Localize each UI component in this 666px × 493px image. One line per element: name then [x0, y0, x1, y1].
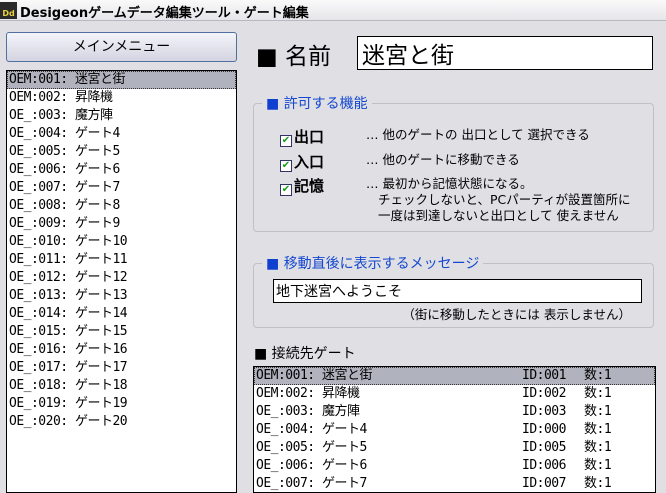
gate-list-item[interactable]: OE_:006: ゲート6 — [7, 161, 236, 179]
gate-list-item[interactable]: OE_:007: ゲート7 — [7, 179, 236, 197]
message-note: （街に移動したときには 表示しません） — [402, 307, 631, 322]
feature-desc: … 最初から記憶状態になる。 チェックしないと、PCパーティが設置箇所に 一度は到達… — [366, 176, 631, 224]
gate-list-item[interactable]: OE_:020: ゲート20 — [7, 413, 236, 431]
destination-row[interactable]: OEM:001: 迷宮と街 ID:001 数:1 — [254, 367, 655, 385]
desc-line: 一度は到達しないと出口として 使えません — [378, 208, 619, 223]
name-label: ■ 名前 — [256, 44, 332, 70]
destination-id: ID:007 — [522, 476, 566, 491]
title-bar: Dd Desigeonゲームデータ編集ツール・ゲート編集 — [0, 0, 666, 21]
gate-list-item[interactable]: OE_:008: ゲート8 — [7, 197, 236, 215]
checkbox-memory[interactable]: ✔ — [280, 184, 292, 196]
app-icon-text: Dd — [2, 9, 15, 18]
gate-list-item[interactable]: OE_:009: ゲート9 — [7, 215, 236, 233]
feature-entrance[interactable]: ✔ 入口 … 他のゲートに移動できる — [280, 151, 520, 172]
feature-label: 入口 — [294, 153, 325, 171]
gate-list-item[interactable]: OE_:018: ゲート18 — [7, 377, 236, 395]
gate-list-item[interactable]: OE_:011: ゲート11 — [7, 251, 236, 269]
square-icon: ■ — [266, 96, 280, 112]
destination-row[interactable]: OE_:006: ゲート6 ID:006 数:1 — [254, 457, 655, 475]
destination-id: ID:005 — [522, 440, 566, 455]
destination-name: OE_:005: ゲート5 — [256, 440, 367, 455]
destination-list[interactable]: OEM:001: 迷宮と街 ID:001 数:1 OEM:002: 昇降機 ID:002… — [253, 366, 656, 493]
feature-memory[interactable]: ✔ 記憶 … 最初から記憶状態になる。 チェックしないと、PCパーティが設置箇所に 一度… — [280, 175, 631, 223]
message-group: ■ 移動直後に表示するメッセージ （街に移動したときには 表示しません） — [253, 253, 654, 328]
main-menu-button[interactable]: メインメニュー — [6, 32, 237, 62]
gate-list-item[interactable]: OE_:019: ゲート19 — [7, 395, 236, 413]
gate-list[interactable]: OEM:001: 迷宮と街 OEM:002: 昇降機 OE_:003: 魔方陣 OE_… — [6, 70, 237, 493]
destination-row[interactable]: OEM:002: 昇降機 ID:002 数:1 — [254, 385, 655, 403]
destination-id: ID:002 — [522, 386, 566, 401]
checkbox-entrance[interactable]: ✔ — [280, 160, 292, 172]
destination-name: OEM:002: 昇降機 — [256, 386, 360, 401]
destination-id: ID:000 — [522, 422, 566, 437]
app-icon: Dd — [0, 2, 17, 19]
desc-line: … 最初から記憶状態になる。 — [366, 176, 533, 191]
gate-list-item[interactable]: OEM:001: 迷宮と街 — [7, 71, 236, 89]
gate-list-item[interactable]: OE_:005: ゲート5 — [7, 143, 236, 161]
message-input[interactable] — [273, 279, 642, 303]
destination-name: OE_:003: 魔方陣 — [256, 404, 360, 419]
feature-label: 出口 — [294, 128, 325, 146]
destination-name: OEM:001: 迷宮と街 — [256, 368, 372, 383]
destination-row[interactable]: OE_:003: 魔方陣 ID:003 数:1 — [254, 403, 655, 421]
gate-list-item[interactable]: OEM:002: 昇降機 — [7, 89, 236, 107]
feature-label: 記憶 — [294, 177, 325, 195]
feature-desc: … 他のゲートの 出口として 選択できる — [366, 127, 590, 142]
destination-count: 数:1 — [584, 404, 612, 419]
destination-id: ID:001 — [522, 368, 566, 383]
destination-count: 数:1 — [584, 386, 612, 401]
destination-id: ID:003 — [522, 404, 566, 419]
name-input[interactable] — [357, 36, 653, 70]
destination-count: 数:1 — [584, 368, 612, 383]
features-legend: ■ 許可する機能 — [262, 93, 372, 113]
destination-count: 数:1 — [584, 476, 612, 491]
gate-list-item[interactable]: OE_:014: ゲート14 — [7, 305, 236, 323]
features-group: ■ 許可する機能 ✔ 出口… 他のゲートの 出口として 選択できる ✔ 入口… 他の… — [253, 93, 654, 232]
destination-count: 数:1 — [584, 458, 612, 473]
gate-list-item[interactable]: OE_:013: ゲート13 — [7, 287, 236, 305]
feature-exit[interactable]: ✔ 出口 … 他のゲートの 出口として 選択できる — [280, 126, 590, 147]
window-title: Desigeonゲームデータ編集ツール・ゲート編集 — [20, 6, 309, 21]
destination-name: OE_:007: ゲート7 — [256, 476, 367, 491]
destination-row[interactable]: OE_:007: ゲート7 ID:007 数:1 — [254, 475, 655, 492]
gate-list-item[interactable]: OE_:004: ゲート4 — [7, 125, 236, 143]
features-legend-text: 許可する機能 — [283, 96, 368, 112]
message-legend: ■ 移動直後に表示するメッセージ — [262, 253, 484, 273]
destinations-heading: ■ 接続先ゲート — [254, 346, 356, 362]
destination-id: ID:006 — [522, 458, 566, 473]
checkbox-exit[interactable]: ✔ — [280, 135, 292, 147]
message-legend-text: 移動直後に表示するメッセージ — [283, 256, 480, 272]
gate-list-item[interactable]: OE_:017: ゲート17 — [7, 359, 236, 377]
destination-name: OE_:004: ゲート4 — [256, 422, 367, 437]
destination-count: 数:1 — [584, 440, 612, 455]
destination-count: 数:1 — [584, 422, 612, 437]
destination-row[interactable]: OE_:004: ゲート4 ID:000 数:1 — [254, 421, 655, 439]
destination-name: OE_:006: ゲート6 — [256, 458, 367, 473]
gate-list-item[interactable]: OE_:010: ゲート10 — [7, 233, 236, 251]
desc-line: チェックしないと、PCパーティが設置箇所に — [378, 192, 631, 207]
gate-list-item[interactable]: OE_:016: ゲート16 — [7, 341, 236, 359]
destination-row[interactable]: OE_:005: ゲート5 ID:005 数:1 — [254, 439, 655, 457]
square-icon: ■ — [266, 256, 280, 272]
gate-list-item[interactable]: OE_:003: 魔方陣 — [7, 107, 236, 125]
feature-desc: … 他のゲートに移動できる — [366, 152, 520, 167]
gate-list-item[interactable]: OE_:015: ゲート15 — [7, 323, 236, 341]
gate-list-item[interactable]: OE_:012: ゲート12 — [7, 269, 236, 287]
